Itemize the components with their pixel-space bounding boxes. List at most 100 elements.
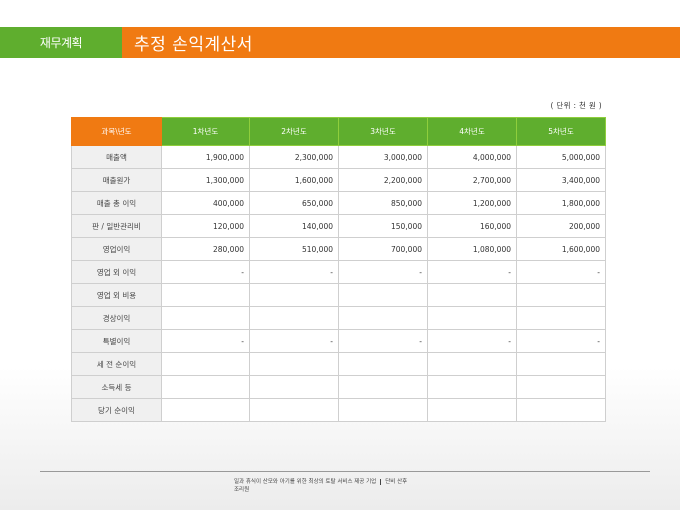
table-cell: - — [516, 329, 606, 353]
table-cell: 280,000 — [161, 237, 250, 261]
table-cell — [161, 283, 250, 307]
table-row: 특별이익 - - - - - — [71, 329, 606, 353]
column-header: 3차년도 — [338, 117, 428, 146]
table-cell — [249, 352, 339, 376]
table-cell — [427, 283, 517, 307]
column-header: 4차년도 — [427, 117, 517, 146]
table-cell: 1,600,000 — [516, 237, 606, 261]
row-label: 매출 총 이익 — [71, 191, 162, 215]
table-cell: - — [249, 329, 339, 353]
table-cell: 1,300,000 — [161, 168, 250, 192]
table-cell: - — [427, 329, 517, 353]
row-label: 경상이익 — [71, 306, 162, 330]
table-row: 경상이익 — [71, 306, 606, 330]
row-label: 소득세 등 — [71, 375, 162, 399]
row-label: 영업 외 비용 — [71, 283, 162, 307]
table-row: 당기 순이익 — [71, 398, 606, 422]
column-header: 2차년도 — [249, 117, 339, 146]
row-label: 영업이익 — [71, 237, 162, 261]
section-label: 재무계획 — [0, 27, 122, 58]
table-cell: 3,400,000 — [516, 168, 606, 192]
table-cell — [161, 375, 250, 399]
table-cell: 650,000 — [249, 191, 339, 215]
table-cell — [161, 398, 250, 422]
table-cell: 5,000,000 — [516, 145, 606, 169]
column-header: 5차년도 — [516, 117, 606, 146]
table-cell: - — [427, 260, 517, 284]
table-cell: 2,300,000 — [249, 145, 339, 169]
row-label: 영업 외 이익 — [71, 260, 162, 284]
table-cell: - — [516, 260, 606, 284]
table-cell: 510,000 — [249, 237, 339, 261]
table-cell: 2,200,000 — [338, 168, 428, 192]
table-cell: 150,000 — [338, 214, 428, 238]
table-cell — [516, 352, 606, 376]
footer-brand-line2: 조리원 — [234, 487, 250, 493]
table-cell — [427, 352, 517, 376]
row-label: 당기 순이익 — [71, 398, 162, 422]
table-cell: 850,000 — [338, 191, 428, 215]
table-cell — [338, 375, 428, 399]
table-row: 소득세 등 — [71, 375, 606, 399]
table-cell — [338, 306, 428, 330]
table-cell: 1,080,000 — [427, 237, 517, 261]
table-cell: 1,800,000 — [516, 191, 606, 215]
table-cell — [516, 398, 606, 422]
table-cell — [427, 375, 517, 399]
row-label: 판 / 일반관리비 — [71, 214, 162, 238]
table-cell — [516, 306, 606, 330]
table-cell — [161, 306, 250, 330]
table-cell — [249, 375, 339, 399]
table-cell: 140,000 — [249, 214, 339, 238]
footer-separator — [380, 478, 382, 485]
table-cell — [516, 375, 606, 399]
table-cell: 700,000 — [338, 237, 428, 261]
table-cell: - — [338, 260, 428, 284]
table-cell: 160,000 — [427, 214, 517, 238]
header-bar: 재무계획 추정 손익계산서 — [0, 27, 680, 58]
table-cell: 120,000 — [161, 214, 250, 238]
footer-tagline: 일과 휴식이 산모와 아기를 위한 최상의 토탈 서비스 제공 기업 — [234, 479, 377, 485]
table-cell: - — [161, 260, 250, 284]
column-header: 1차년도 — [161, 117, 250, 146]
table-cell — [249, 306, 339, 330]
footer: 일과 휴식이 산모와 아기를 위한 최상의 토탈 서비스 제공 기업 단비 산후 … — [234, 478, 407, 494]
table-cell: 400,000 — [161, 191, 250, 215]
table-cell — [249, 283, 339, 307]
table-cell — [516, 283, 606, 307]
table-row: 매출원가 1,300,000 1,600,000 2,200,000 2,700,000… — [71, 168, 606, 192]
table-cell: 1,200,000 — [427, 191, 517, 215]
row-label: 특별이익 — [71, 329, 162, 353]
table-cell: 2,700,000 — [427, 168, 517, 192]
table-cell — [249, 398, 339, 422]
table-cell: 1,900,000 — [161, 145, 250, 169]
table-row: 영업 외 비용 — [71, 283, 606, 307]
row-label: 매출원가 — [71, 168, 162, 192]
table-cell: 3,000,000 — [338, 145, 428, 169]
row-label: 세 전 순이익 — [71, 352, 162, 376]
table-cell: 4,000,000 — [427, 145, 517, 169]
row-label: 매출액 — [71, 145, 162, 169]
table-header-row: 과목\년도 1차년도 2차년도 3차년도 4차년도 5차년도 — [71, 117, 606, 146]
table-cell: - — [249, 260, 339, 284]
table-cell: - — [161, 329, 250, 353]
table-row: 판 / 일반관리비 120,000 140,000 150,000 160,000 200… — [71, 214, 606, 238]
table-cell: 1,600,000 — [249, 168, 339, 192]
income-statement-table: 과목\년도 1차년도 2차년도 3차년도 4차년도 5차년도 매출액 1,900,… — [71, 117, 606, 422]
unit-note: ( 단위 : 천 원 ) — [550, 101, 602, 110]
table-cell — [338, 283, 428, 307]
table-row: 매출액 1,900,000 2,300,000 3,000,000 4,000,000 5… — [71, 145, 606, 169]
table-row: 매출 총 이익 400,000 650,000 850,000 1,200,000 1,8… — [71, 191, 606, 215]
page-title: 추정 손익계산서 — [134, 35, 253, 55]
table-cell — [161, 352, 250, 376]
table-cell: - — [338, 329, 428, 353]
table-cell — [427, 306, 517, 330]
footer-divider — [40, 471, 650, 472]
table-cell: 200,000 — [516, 214, 606, 238]
table-cell — [427, 398, 517, 422]
table-row: 영업 외 이익 - - - - - — [71, 260, 606, 284]
column-header: 과목\년도 — [71, 117, 162, 146]
table-cell — [338, 352, 428, 376]
table-row: 영업이익 280,000 510,000 700,000 1,080,000 1,600,… — [71, 237, 606, 261]
table-cell — [338, 398, 428, 422]
